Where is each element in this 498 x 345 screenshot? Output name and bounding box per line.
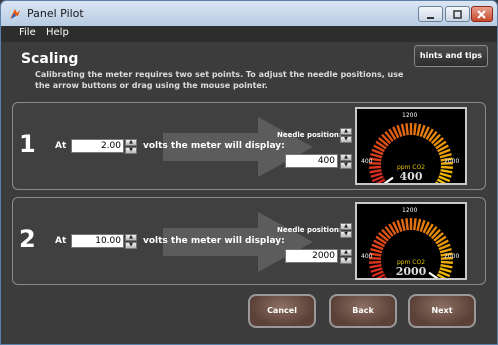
meter-scale-tick <box>400 123 406 136</box>
title-bar[interactable]: Panel Pilot <box>1 1 497 26</box>
meter-reading: 2000 <box>395 265 427 278</box>
arrow-down-icon[interactable]: ▼ <box>340 257 352 264</box>
menu-file[interactable]: File <box>19 27 36 38</box>
app-logo-icon <box>10 9 20 19</box>
needle-position-input[interactable]: 400 <box>285 154 338 168</box>
meter-scale-tick <box>370 247 383 254</box>
page-description: Calibrating the meter requires two set p… <box>35 70 404 90</box>
menu-bar: File Help <box>1 26 497 42</box>
page-title: Scaling <box>21 51 79 67</box>
wizard-content: Scaling Calibrating the meter requires t… <box>1 42 497 344</box>
meter-mid-label: 1200 <box>402 207 418 214</box>
app-window: Panel Pilot File Help Scaling Calibratin… <box>0 0 498 345</box>
back-button[interactable]: Back <box>329 294 397 328</box>
meter-scale-tick <box>370 152 383 159</box>
next-button[interactable]: Next <box>408 294 476 328</box>
needle-position-label: Needle position: <box>277 226 342 234</box>
step-number: 1 <box>19 130 36 158</box>
arrow-up-icon[interactable]: ▲ <box>125 234 137 241</box>
cancel-button[interactable]: Cancel <box>248 294 316 328</box>
arrow-up-icon[interactable]: ▲ <box>340 154 352 161</box>
meter-scale-tick <box>405 123 409 136</box>
volts-spinner[interactable]: ▲ ▼ <box>125 139 137 154</box>
meter-scale-tick <box>413 218 417 231</box>
needle-position-input[interactable]: 2000 <box>285 249 338 263</box>
meter-scale-tick <box>413 123 417 136</box>
meter-preview[interactable]: 400 1200 2000 ppm CO2 2000 <box>355 202 467 280</box>
meter-scale-tick <box>405 218 409 231</box>
hints-and-tips-button[interactable]: hints and tips <box>414 45 488 67</box>
menu-help[interactable]: Help <box>46 27 69 38</box>
at-label: At <box>55 141 67 151</box>
set-point-panel-2: 2 At 10.00 ▲ ▼ volts the meter will disp… <box>12 197 486 285</box>
needle-position-label: Needle position: <box>277 131 342 139</box>
arrow-up-icon[interactable]: ▲ <box>340 223 352 230</box>
maximize-icon <box>453 10 462 19</box>
volts-input[interactable]: 2.00 <box>71 139 124 153</box>
step-number: 2 <box>19 225 36 253</box>
display-label: volts the meter will display: <box>143 236 285 246</box>
set-point-panel-1: 1 At 2.00 ▲ ▼ volts the meter will displ… <box>12 102 486 190</box>
maximize-button[interactable] <box>445 6 470 22</box>
arrow-down-icon[interactable]: ▼ <box>125 147 137 154</box>
meter-reading: 400 <box>399 170 423 183</box>
window-title: Panel Pilot <box>27 7 84 20</box>
meter-scale-tick <box>439 247 452 254</box>
close-icon <box>477 10 486 19</box>
arrow-up-icon[interactable]: ▲ <box>340 128 352 135</box>
arrow-down-icon[interactable]: ▼ <box>340 136 352 143</box>
meter-scale-tick <box>416 218 422 231</box>
meter-mid-label: 1200 <box>402 112 418 119</box>
needle-fine-spinner[interactable]: ▲ ▼ <box>340 128 352 143</box>
volts-spinner[interactable]: ▲ ▼ <box>125 234 137 249</box>
meter-preview[interactable]: 400 1200 2000 ppm CO2 400 <box>355 107 467 185</box>
meter-scale-tick <box>439 152 452 159</box>
meter-scale-tick <box>416 123 422 136</box>
volts-input[interactable]: 10.00 <box>71 234 124 248</box>
needle-fine-spinner[interactable]: ▲ ▼ <box>340 223 352 238</box>
arrow-up-icon[interactable]: ▲ <box>340 249 352 256</box>
display-label: volts the meter will display: <box>143 141 285 151</box>
minimize-icon <box>427 17 434 19</box>
at-label: At <box>55 236 67 246</box>
needle-spinner[interactable]: ▲ ▼ <box>340 249 352 264</box>
arrow-down-icon[interactable]: ▼ <box>340 231 352 238</box>
close-button[interactable] <box>471 6 493 22</box>
needle-spinner[interactable]: ▲ ▼ <box>340 154 352 169</box>
meter-scale-tick <box>400 218 406 231</box>
arrow-up-icon[interactable]: ▲ <box>125 139 137 146</box>
arrow-down-icon[interactable]: ▼ <box>340 162 352 169</box>
arrow-down-icon[interactable]: ▼ <box>125 242 137 249</box>
minimize-button[interactable] <box>418 6 443 22</box>
